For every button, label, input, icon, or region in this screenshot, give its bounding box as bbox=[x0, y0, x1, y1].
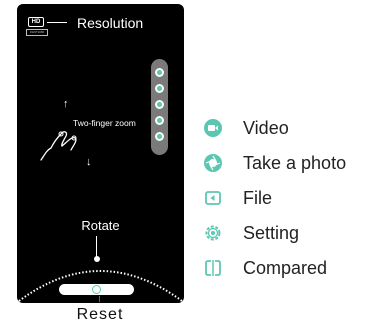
legend-item-setting: Setting bbox=[203, 219, 299, 247]
video-icon bbox=[203, 118, 223, 138]
resolution-button[interactable]: HD bbox=[28, 17, 44, 27]
legend-item-photo: Take a photo bbox=[203, 149, 346, 177]
resolution-callout-line bbox=[47, 22, 67, 23]
rotate-label: Rotate bbox=[81, 218, 120, 233]
reset-callout-line bbox=[99, 296, 100, 302]
gear-icon bbox=[203, 223, 223, 243]
reset-label: Reset bbox=[76, 306, 124, 323]
legend-label: Video bbox=[243, 117, 289, 138]
rail-compare-icon[interactable] bbox=[155, 132, 164, 141]
legend-item-file: File bbox=[203, 184, 272, 212]
camera-shutter-icon bbox=[203, 153, 223, 173]
compare-icon bbox=[203, 258, 223, 278]
legend-label: Compared bbox=[243, 257, 328, 278]
legend-label: File bbox=[243, 187, 273, 208]
legend-item-compared: Compared bbox=[203, 254, 327, 282]
zoom-down-arrow-icon: ↓ bbox=[86, 156, 92, 168]
file-icon bbox=[203, 188, 223, 208]
resolution-value: 1920*1080 bbox=[26, 29, 48, 36]
reset-icon bbox=[92, 285, 101, 294]
rail-camera-icon[interactable] bbox=[155, 84, 164, 93]
rotate-handle[interactable] bbox=[94, 256, 100, 262]
reset-button[interactable] bbox=[59, 284, 134, 295]
tool-rail bbox=[151, 59, 168, 155]
legend-label: Setting bbox=[243, 222, 300, 243]
rail-file-icon[interactable] bbox=[155, 100, 164, 109]
rail-gear-icon[interactable] bbox=[155, 116, 164, 125]
camera-preview: HD 1920*1080 Resolution ↑ Two-finger zoo… bbox=[17, 4, 184, 303]
legend-item-video: Video bbox=[203, 114, 289, 142]
rail-video-icon[interactable] bbox=[155, 68, 164, 77]
hd-badge-text: HD bbox=[31, 19, 41, 25]
zoom-up-arrow-icon: ↑ bbox=[63, 98, 69, 110]
reset-caption: Reset bbox=[0, 306, 200, 324]
legend-label: Take a photo bbox=[243, 152, 347, 173]
resolution-label: Resolution bbox=[77, 15, 144, 31]
